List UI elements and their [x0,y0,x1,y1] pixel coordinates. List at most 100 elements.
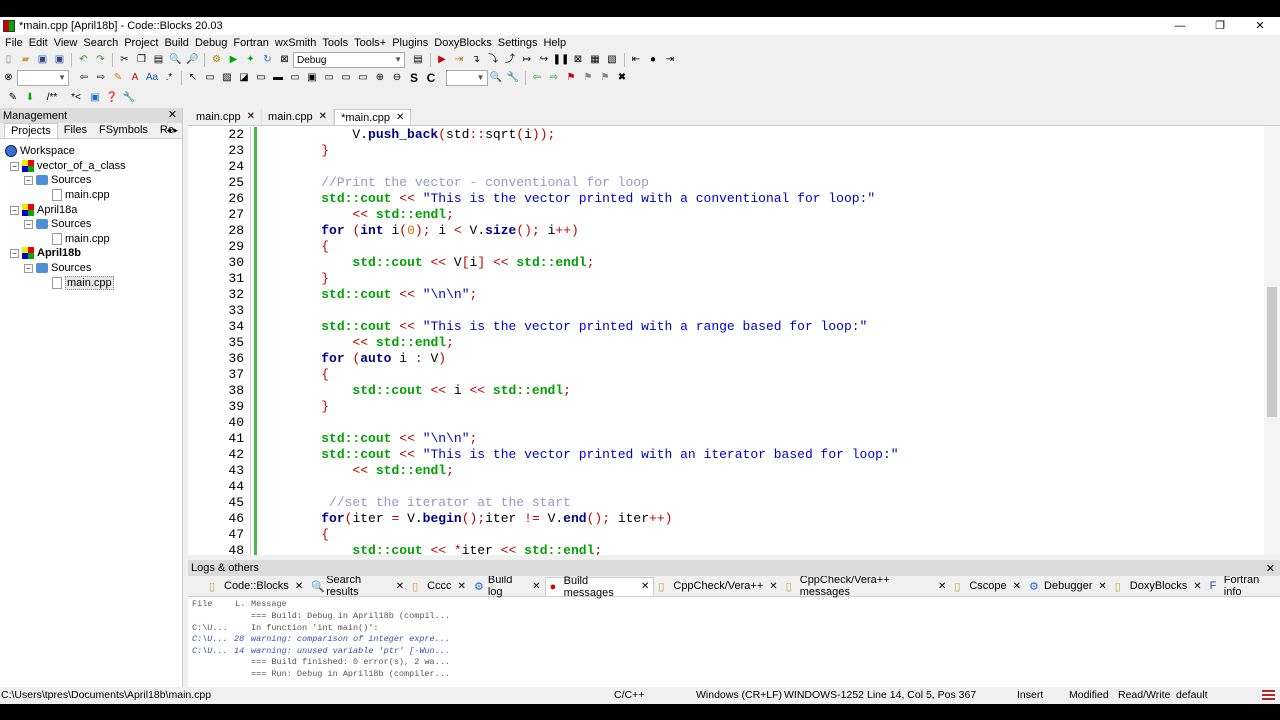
replace-icon[interactable]: 🔎 [186,53,200,67]
collapse-toggle-icon[interactable]: − [10,161,19,171]
editor-tab[interactable]: main.cpp ✕ [262,109,335,125]
close-icon[interactable]: ✕ [1266,562,1275,575]
collapse-toggle-icon[interactable]: − [24,219,33,229]
text-color-icon[interactable]: A [128,71,142,85]
search-symbol-icon[interactable]: 🔍 [489,71,503,85]
menu-edit[interactable]: Edit [26,37,51,49]
step-into-icon[interactable]: ⤵ [486,53,500,67]
close-icon[interactable]: ✕ [532,581,540,592]
tab-projects[interactable]: Projects [4,123,58,138]
doxy-extract-icon[interactable]: ⬇ [23,91,37,105]
abort-icon[interactable]: ⊠ [278,53,292,67]
build-run-icon[interactable]: ✦ [244,53,258,67]
zoom-in-icon[interactable]: ⊕ [373,71,387,85]
shape5-icon[interactable]: ▭ [322,71,336,85]
scrollbar-thumb[interactable] [1267,287,1277,417]
menu-build[interactable]: Build [161,37,191,49]
debug-windows-icon[interactable]: ▦ [588,53,602,67]
table-row[interactable]: C:\U... 14 warning: unused variable 'ptr' … [192,646,692,657]
find-icon[interactable]: 🔍 [169,53,183,67]
tree-file[interactable]: main.cpp [52,276,114,290]
shape6-icon[interactable]: ▭ [339,71,353,85]
log-tab[interactable]: ● Build messages ✕ [544,575,655,599]
paste-icon[interactable]: ▤ [152,53,166,67]
save-all-icon[interactable]: ▣ [53,53,67,67]
breakpoint-icon[interactable]: ● [646,53,660,67]
close-icon[interactable]: ✕ [1193,581,1201,592]
collapse-toggle-icon[interactable]: − [24,175,33,185]
font-icon[interactable]: Aa [145,71,159,85]
close-icon[interactable]: ✕ [938,581,946,592]
doxy-wizard-icon[interactable]: ✎ [6,91,20,105]
tree-file[interactable]: main.cpp [52,232,110,246]
menu-search[interactable]: Search [80,37,121,49]
close-icon[interactable]: ✕ [769,581,777,592]
redo-icon[interactable]: ↷ [94,53,108,67]
log-tab[interactable]: ⚙ Build log ✕ [470,574,545,598]
stop-debug-icon[interactable]: ⊠ [571,53,585,67]
menu-settings[interactable]: Settings [495,37,541,49]
run-to-cursor-icon[interactable]: ⇥ [452,53,466,67]
c-tool-icon[interactable]: C [424,71,438,85]
tab-files[interactable]: Files [58,123,93,138]
regex-icon[interactable]: .* [162,71,176,85]
tree-workspace[interactable]: Workspace [5,144,75,158]
menu-view[interactable]: View [51,37,81,49]
log-tab[interactable]: ▯ CppCheck/Vera++ messages ✕ [782,574,951,598]
highlight-icon[interactable]: ✎ [111,71,125,85]
scope-select[interactable]: ▼ [17,70,69,86]
flag2-icon[interactable]: ⚑ [581,71,595,85]
zoom-out-icon[interactable]: ⊖ [390,71,404,85]
collapse-toggle-icon[interactable]: − [10,205,19,215]
tree-project[interactable]: − April18b [10,246,81,260]
log-tab[interactable]: ▯ Code::Blocks ✕ [205,577,307,596]
table-row[interactable]: === Run: Debug in April18b (compiler... [192,669,692,680]
debug-info-icon[interactable]: ▧ [605,53,619,67]
log-tab[interactable]: ▯ Cscope ✕ [950,577,1025,596]
build-icon[interactable]: ⚙ [210,53,224,67]
open-icon[interactable]: ▰ [19,53,33,67]
menu-tools[interactable]: Tools [319,37,351,49]
rebuild-icon[interactable]: ↻ [261,53,275,67]
close-icon[interactable]: ✕ [319,109,327,125]
menu-fortran[interactable]: Fortran [230,37,271,49]
close-button[interactable]: ✕ [1240,17,1280,35]
flag3-icon[interactable]: ⚑ [598,71,612,85]
close-icon[interactable]: ✕ [641,581,649,592]
menu-wxsmith[interactable]: wxSmith [272,37,320,49]
rect-icon[interactable]: ▭ [203,71,217,85]
select-icon[interactable]: ↖ [186,71,200,85]
jump-back-icon[interactable]: ⇤ [629,53,643,67]
log-tab[interactable]: ⚙ Debugger ✕ [1025,577,1111,596]
tree-folder[interactable]: − Sources [24,261,91,275]
menu-debug[interactable]: Debug [192,37,230,49]
tree-project[interactable]: − vector_of_a_class [10,159,126,173]
settings-wrench-icon[interactable]: 🔧 [506,71,520,85]
menu-doxyblocks[interactable]: DoxyBlocks [431,37,494,49]
undo-icon[interactable]: ↶ [77,53,91,67]
target-options-icon[interactable]: ▤ [411,53,425,67]
table-row[interactable]: === Build finished: 0 error(s), 2 wa... [192,657,692,668]
pause-icon[interactable]: ❚❚ [553,53,570,67]
code-editor[interactable]: 22 V.push_back(std::sqrt(i)); 23 } 24 25 //… [188,127,1264,555]
doxy-run-icon[interactable]: ▣ [88,91,102,105]
editor-tab[interactable]: main.cpp ✕ [190,109,263,125]
close-icon[interactable]: ✕ [247,109,255,125]
collapse-toggle-icon[interactable]: − [24,263,33,273]
close-icon[interactable]: ✕ [1013,581,1021,592]
close-icon[interactable]: ✕ [1098,581,1106,592]
jump-forward-icon[interactable]: ⇥ [663,53,677,67]
log-tab[interactable]: ▯ CppCheck/Vera++ ✕ [654,577,781,596]
doxy-help-icon[interactable]: ❓ [105,91,119,105]
clear-flags-icon[interactable]: ✖ [615,71,629,85]
block-comment-icon[interactable]: /** [40,91,64,105]
shape2-icon[interactable]: ▬ [271,71,285,85]
close-icon[interactable]: ✕ [168,108,177,121]
next-line-icon[interactable]: ↴ [469,53,483,67]
tab-fsymbols[interactable]: FSymbols [93,123,154,138]
s-tool-icon[interactable]: S [407,71,421,85]
tree-folder[interactable]: − Sources [24,217,91,231]
filter-select[interactable]: ▼ [445,70,488,86]
run-icon[interactable]: ▶ [227,53,241,67]
build-target-select[interactable]: Debug ▼ [293,52,405,68]
